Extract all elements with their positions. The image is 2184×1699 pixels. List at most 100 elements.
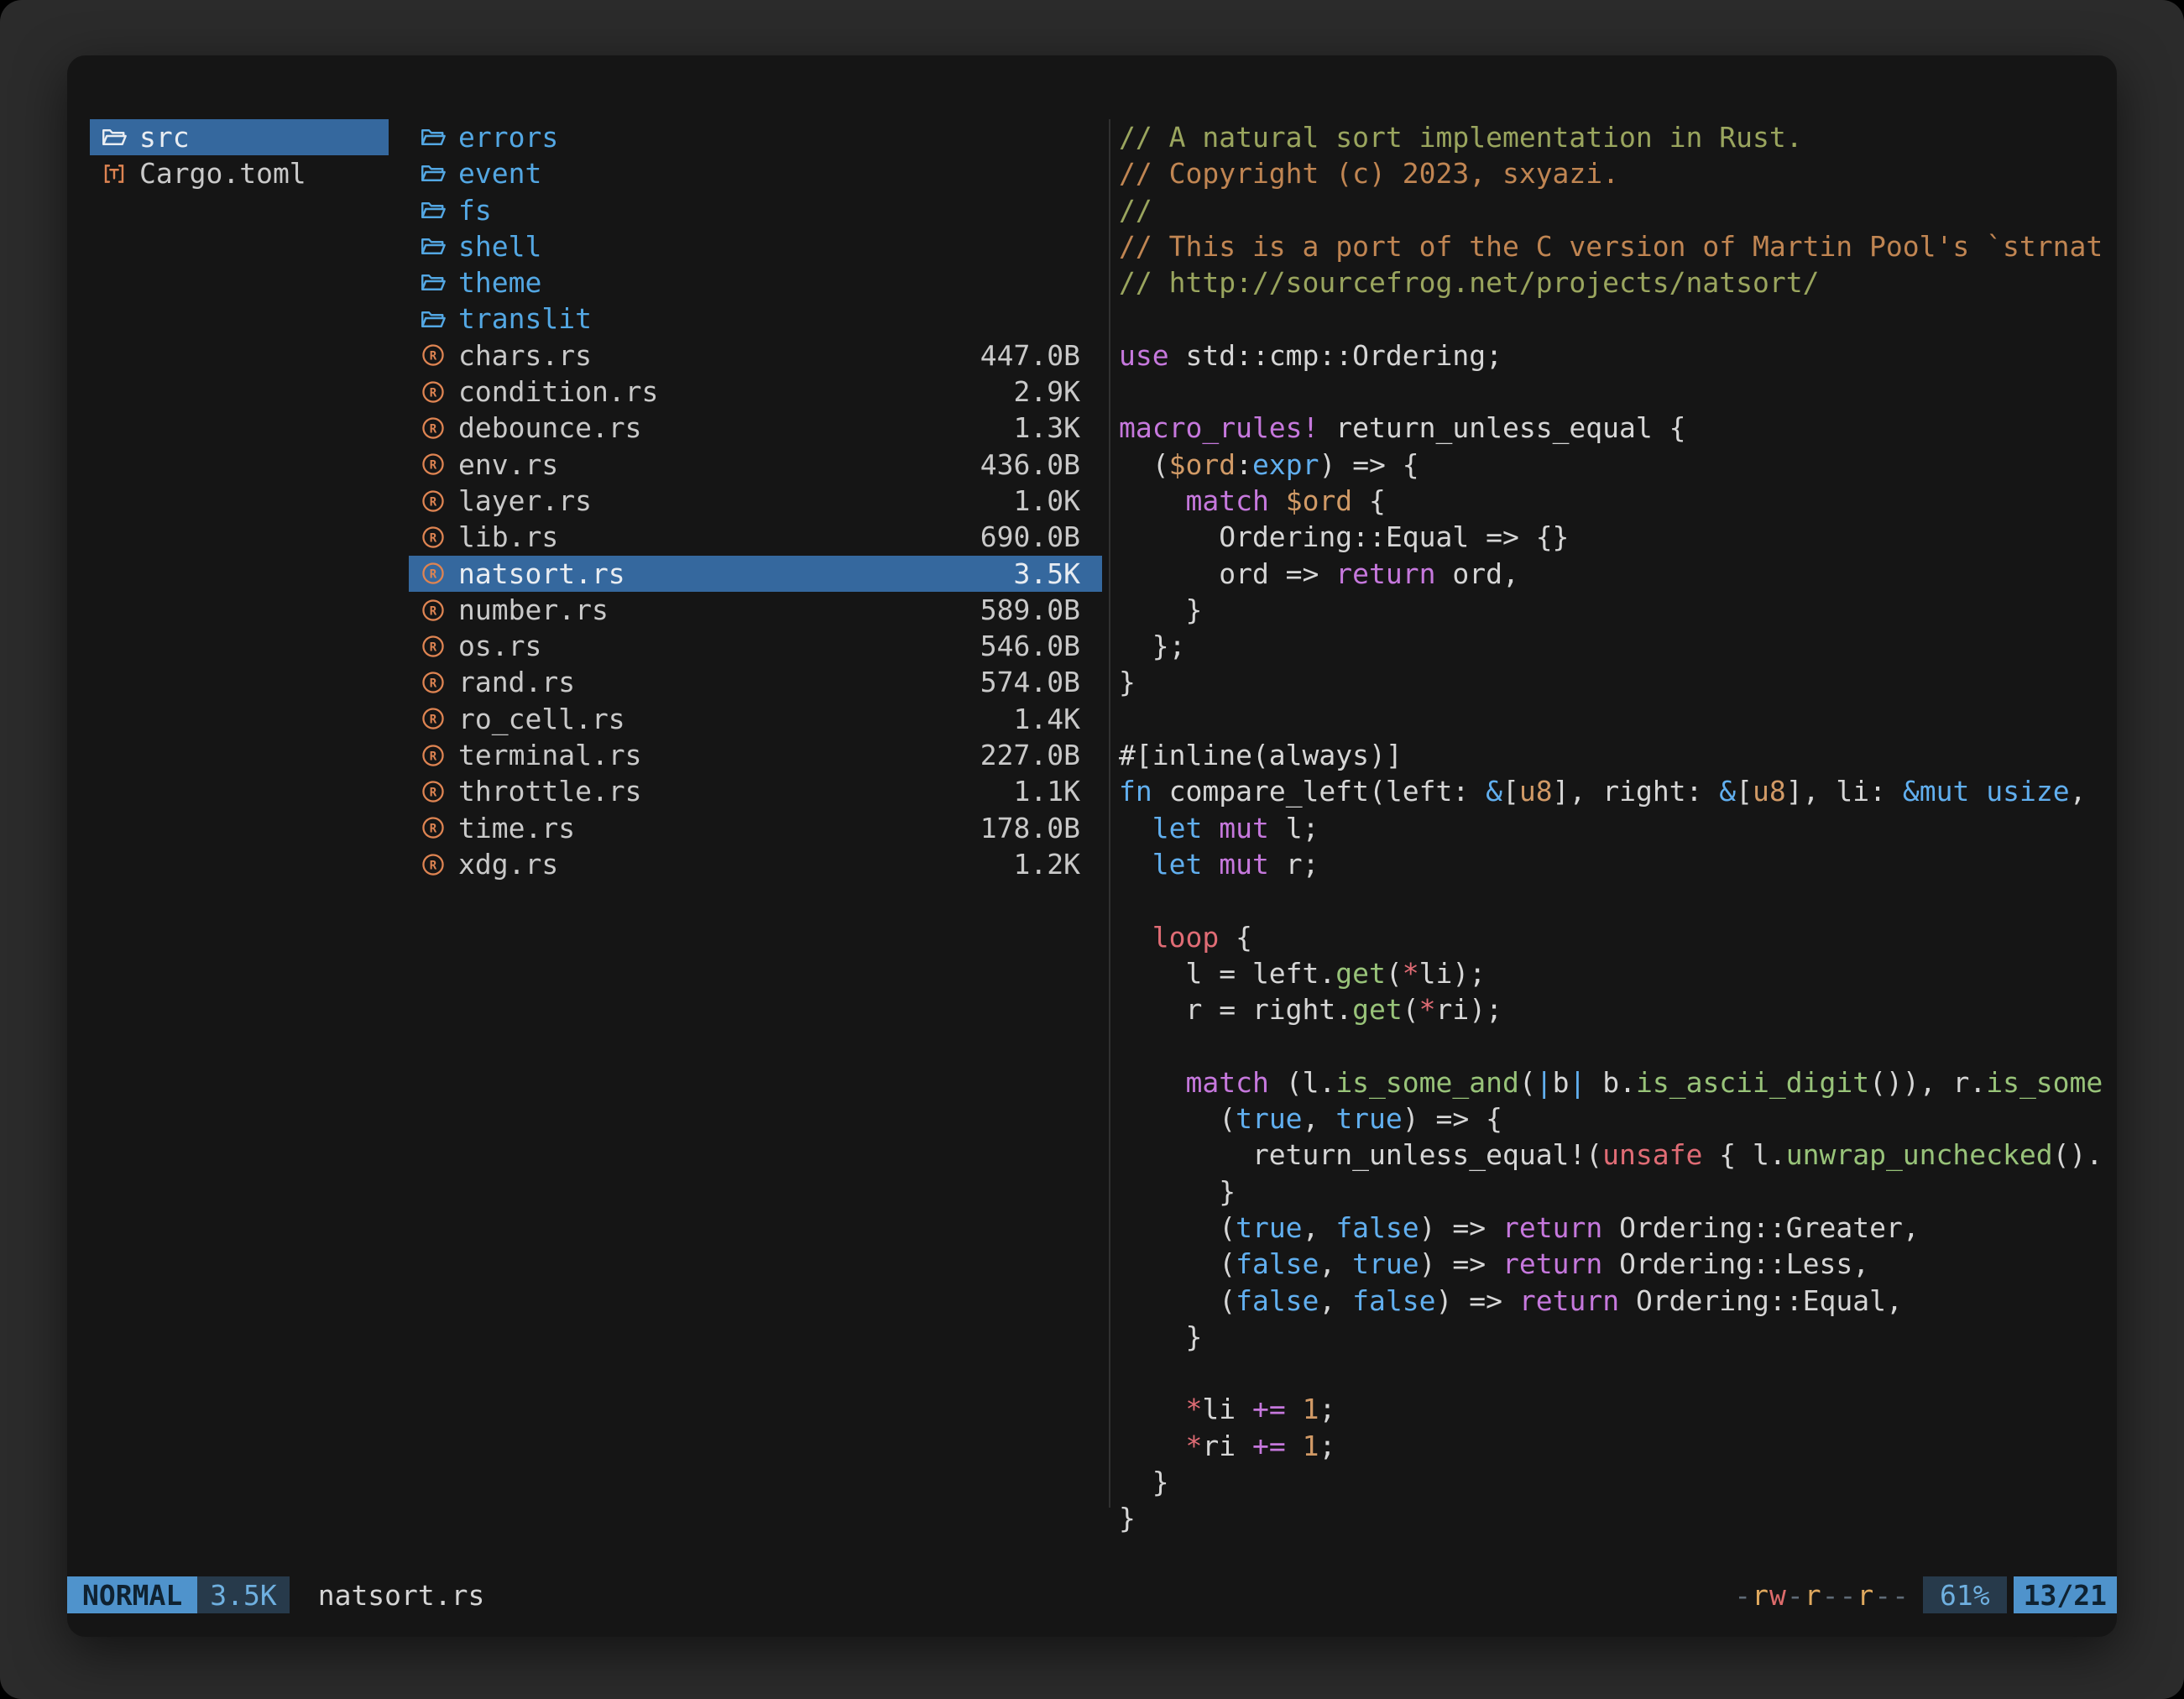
code-line: } (1119, 1174, 2110, 1210)
file-row[interactable]: Ros.rs546.0B (409, 628, 1102, 664)
file-size: 1.0K (1014, 483, 1080, 519)
code-token: r = right. (1119, 993, 1352, 1026)
file-row[interactable]: Rtime.rs178.0B (409, 810, 1102, 846)
code-line: *ri += 1; (1119, 1428, 2110, 1464)
code-token: get (1335, 957, 1386, 990)
file-row[interactable]: Rlib.rs690.0B (409, 519, 1102, 555)
file-row[interactable]: Rnatsort.rs3.5K (409, 556, 1102, 592)
code-token: is_some_and (1335, 1066, 1519, 1099)
code-line: // http://sourcefrog.net/projects/natsor… (1119, 264, 2110, 301)
file-row[interactable]: Rlayer.rs1.0K (409, 483, 1102, 519)
svg-text:R: R (430, 640, 437, 654)
code-line: return_unless_equal!(unsafe { l.unwrap_u… (1119, 1137, 2110, 1173)
permission-char: - (1892, 1579, 1910, 1612)
code-token: loop (1152, 921, 1219, 954)
file-name: time.rs (458, 810, 575, 846)
dir-row[interactable]: translit (409, 301, 1102, 337)
code-token: { (1352, 484, 1386, 517)
code-token: u8 (1753, 775, 1786, 808)
file-size-badge: 3.5K (197, 1576, 289, 1613)
svg-text:R: R (430, 714, 437, 727)
dir-row[interactable]: src (90, 119, 389, 155)
code-token: ) => (1436, 1284, 1519, 1317)
code-token: ( (1119, 1284, 1236, 1317)
code-line: let mut l; (1119, 810, 2110, 846)
file-row[interactable]: Rcondition.rs2.9K (409, 374, 1102, 410)
code-token: l = left. (1119, 957, 1335, 990)
file-row[interactable]: Rrand.rs574.0B (409, 664, 1102, 700)
file-row[interactable]: Rxdg.rs1.2K (409, 846, 1102, 882)
code-line: // A natural sort implementation in Rust… (1119, 119, 2110, 155)
file-name: rand.rs (458, 664, 575, 700)
code-token: Ordering::Equal => {} (1119, 520, 1569, 553)
code-token: macro_rules! (1119, 411, 1319, 444)
code-token: * (1403, 957, 1419, 990)
code-token (1286, 1393, 1303, 1425)
code-token: return_unless_equal { (1319, 411, 1685, 444)
code-line: } (1119, 664, 2110, 700)
folder-icon (420, 309, 447, 330)
code-token: 1 (1303, 1430, 1319, 1462)
code-line (1119, 701, 2110, 737)
code-line: }; (1119, 628, 2110, 664)
code-token: true (1236, 1211, 1302, 1244)
file-row[interactable]: Rthrottle.rs1.1K (409, 773, 1102, 809)
code-token: ()), r. (1869, 1066, 1986, 1099)
file-preview-pane: // A natural sort implementation in Rust… (1119, 119, 2110, 1536)
code-token: r; (1269, 848, 1319, 881)
mode-badge: NORMAL (67, 1576, 197, 1613)
file-size: 589.0B (980, 592, 1080, 628)
code-token: * (1419, 993, 1436, 1026)
file-row[interactable]: Rro_cell.rs1.4K (409, 701, 1102, 737)
code-token: b. (1586, 1066, 1636, 1099)
dir-row[interactable]: errors (409, 119, 1102, 155)
permission-char: - (1787, 1579, 1805, 1612)
code-token: return (1502, 1211, 1602, 1244)
file-row[interactable]: Rchars.rs447.0B (409, 337, 1102, 374)
code-token: } (1119, 1502, 1136, 1534)
file-name: ro_cell.rs (458, 701, 625, 737)
code-token: unsafe (1602, 1138, 1702, 1171)
code-line: let mut r; (1119, 846, 2110, 882)
svg-text:R: R (430, 859, 437, 872)
file-row[interactable]: Renv.rs436.0B (409, 447, 1102, 483)
code-token: l; (1269, 812, 1319, 844)
file-row[interactable]: Rnumber.rs589.0B (409, 592, 1102, 628)
code-token: return (1519, 1284, 1619, 1317)
file-name: errors (458, 119, 558, 155)
file-name: src (139, 119, 190, 155)
code-token: : (1236, 448, 1252, 481)
permission-char: r (1857, 1579, 1874, 1612)
dir-row[interactable]: shell (409, 228, 1102, 264)
code-line: match $ord { (1119, 483, 2110, 519)
code-token: , (1303, 1102, 1336, 1135)
permission-char: - (1874, 1579, 1892, 1612)
code-line: l = left.get(*li); (1119, 955, 2110, 991)
dir-row[interactable]: theme (409, 264, 1102, 301)
code-token: return_unless_equal!( (1119, 1138, 1602, 1171)
file-name: lib.rs (458, 519, 558, 555)
svg-text:R: R (430, 531, 437, 545)
file-row[interactable]: Rterminal.rs227.0B (409, 737, 1102, 773)
file-name: translit (458, 301, 592, 337)
file-row[interactable]: Cargo.toml (90, 155, 389, 191)
dir-row[interactable]: event (409, 155, 1102, 191)
dir-row[interactable]: fs (409, 192, 1102, 228)
code-token: let (1152, 812, 1203, 844)
cursor-position-badge: 13/21 (2014, 1576, 2117, 1613)
code-token: is_ascii_digit (1636, 1066, 1869, 1099)
code-token: [ (1502, 775, 1519, 808)
code-token: b (1553, 1066, 1570, 1099)
rust-file-icon: R (420, 635, 447, 658)
code-token: li); (1419, 957, 1486, 990)
code-line (1119, 374, 2110, 410)
code-token: ) => { (1319, 448, 1419, 481)
code-token: ) => (1419, 1247, 1502, 1280)
file-row[interactable]: Rdebounce.rs1.3K (409, 410, 1102, 446)
rust-file-icon: R (420, 525, 447, 549)
code-line: use std::cmp::Ordering; (1119, 337, 2110, 374)
code-line: } (1119, 1500, 2110, 1536)
code-line: // Copyright (c) 2023, sxyazi. (1119, 155, 2110, 191)
file-name: event (458, 155, 541, 191)
code-token: , (1319, 1247, 1352, 1280)
